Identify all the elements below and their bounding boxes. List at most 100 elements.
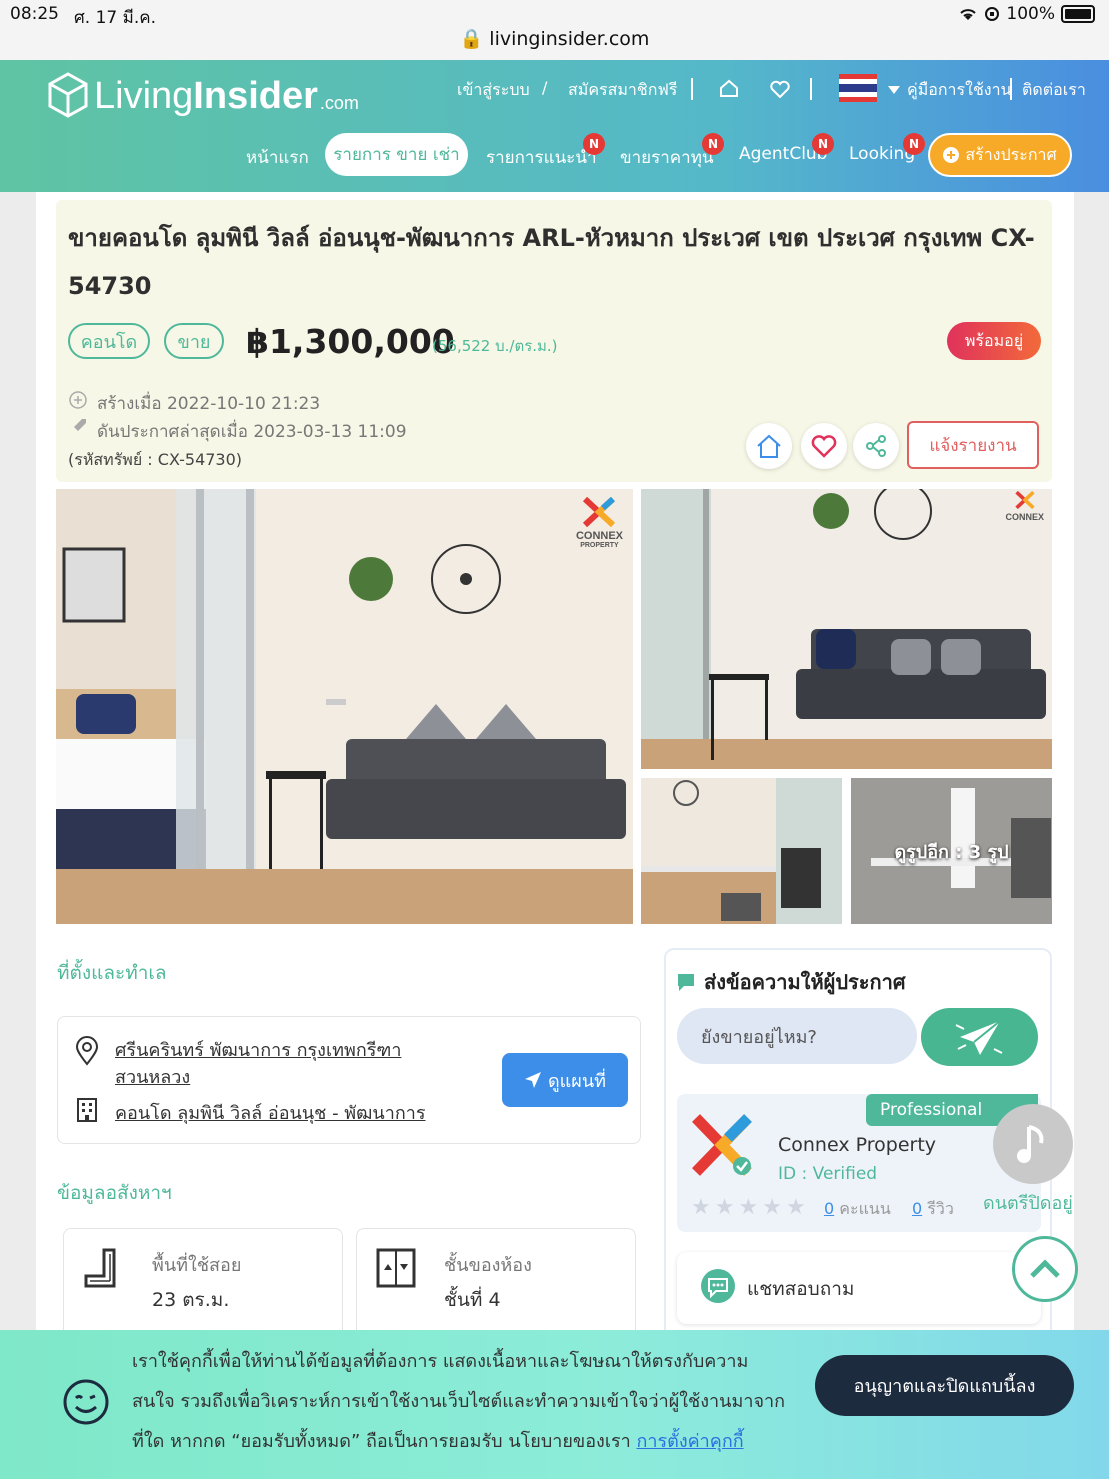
report-button[interactable]: แจ้งรายงาน — [907, 421, 1039, 469]
share-button[interactable] — [853, 423, 899, 469]
music-toggle-button[interactable] — [993, 1104, 1073, 1184]
tag-property-type[interactable]: คอนโด — [68, 323, 150, 359]
created-date: สร้างเมื่อ 2022-10-10 21:23 — [97, 394, 321, 414]
divider — [810, 78, 812, 100]
chat-label: แชทสอบถาม — [747, 1278, 855, 1300]
url-text: livinginsider.com — [489, 28, 650, 50]
reviews-label: รีวิว — [927, 1199, 954, 1218]
register-link[interactable]: สมัครสมาชิกฟรี — [568, 78, 677, 103]
status-badge-label: พร้อมอยู่ — [964, 330, 1024, 350]
new-badge: N — [903, 133, 925, 155]
review-count[interactable]: 0 รีวิว — [912, 1197, 954, 1222]
home-outline-icon[interactable] — [718, 78, 740, 98]
logo-part1: Living — [94, 75, 194, 117]
area-link[interactable]: ศรีนครินทร์ พัฒนาการ กรุงเทพกรีฑา — [115, 1035, 401, 1064]
agent-id: ID : Verified — [778, 1164, 878, 1184]
thai-flag-icon[interactable] — [839, 74, 877, 102]
new-badge: N — [702, 133, 724, 155]
sofa-image — [641, 489, 1052, 769]
status-time: 08:25 — [10, 4, 59, 24]
rating-score[interactable]: 0 คะแนน — [824, 1197, 891, 1222]
wifi-icon — [960, 9, 977, 20]
navigation-arrow-icon — [524, 1072, 541, 1088]
star-icon: ★ — [738, 1195, 759, 1220]
kitchen-image — [641, 778, 842, 924]
contact-heading: ส่งข้อความให้ผู้ประกาศ — [704, 970, 906, 994]
logo-part2: Insider — [193, 75, 318, 117]
battery-indicator: 100% — [958, 4, 1095, 24]
connex-x-logo-icon — [583, 496, 616, 528]
battery-percent: 100% — [1006, 4, 1055, 24]
building-icon — [77, 1098, 97, 1122]
tag-property-type-label: คอนโด — [80, 331, 138, 353]
tag-sale-label: ขาย — [177, 331, 211, 353]
accept-cookies-button[interactable]: อนุญาตและปิดแถบนี้ลง — [815, 1355, 1074, 1416]
photo-3[interactable] — [641, 778, 842, 924]
cookie-text-line2: สนใจ รวมถึงเพื่อวิเคราะห์การเข้าใช้งานเว… — [132, 1391, 785, 1412]
logo-cube-icon — [48, 72, 88, 118]
login-link[interactable]: เข้าสู่ระบบ — [457, 78, 530, 103]
create-listing-button[interactable]: สร้างประกาศ — [928, 133, 1072, 177]
heart-outline-icon[interactable] — [769, 80, 791, 98]
nav-listings-active[interactable]: รายการ ขาย เช่า — [325, 133, 468, 176]
ruler-icon — [84, 1248, 116, 1288]
new-badge: N — [583, 133, 605, 155]
watermark-text: CONNEX — [1005, 512, 1044, 522]
reviews-value: 0 — [912, 1199, 923, 1218]
area-label: พื้นที่ใช้สอย — [152, 1255, 242, 1276]
message-input[interactable]: ยังขายอยู่ไหม? — [677, 1008, 917, 1064]
project-link[interactable]: คอนโด ลุมพินี วิลล์ อ่อนนุช - พัฒนาการ — [115, 1098, 426, 1127]
lock-icon: 🔒 — [459, 28, 484, 50]
home-icon — [757, 434, 781, 458]
site-logo[interactable]: Living Insider .com — [48, 72, 359, 118]
photo-watermark: CONNEX PROPERTY — [576, 496, 623, 549]
star-icon: ★ — [691, 1195, 711, 1220]
nav-home[interactable]: หน้าแรก — [246, 144, 309, 171]
rocket-icon — [71, 419, 86, 434]
photo-watermark: CONNEX — [1005, 490, 1044, 522]
scroll-to-top-button[interactable] — [1012, 1236, 1078, 1302]
favorite-button[interactable] — [801, 423, 847, 469]
tag-sale[interactable]: ขาย — [164, 323, 224, 359]
message-icon — [678, 974, 694, 991]
agent-name[interactable]: Connex Property — [778, 1134, 936, 1156]
top-links-separator: / — [542, 78, 548, 97]
send-message-button[interactable] — [921, 1008, 1038, 1066]
star-icon: ★ — [762, 1195, 782, 1220]
photo-4-more[interactable]: ดูรูปอีก : 3 รูป — [851, 778, 1052, 924]
status-bar: 08:25 ศ. 17 มี.ค. 100% 🔒 livinginsider.c… — [0, 0, 1109, 60]
manual-link[interactable]: คู่มือการใช้งาน — [907, 78, 1012, 103]
share-icon — [866, 435, 886, 457]
map-pin-icon — [75, 1036, 99, 1066]
divider — [691, 78, 693, 100]
plus-circle-icon — [69, 391, 87, 409]
location-heading: ที่ตั้งและทำเล — [57, 962, 167, 984]
nav-recommended[interactable]: รายการแนะนำ — [486, 144, 596, 171]
district-link[interactable]: สวนหลวง — [115, 1062, 190, 1091]
view-map-button[interactable]: ดูแผนที่ — [502, 1053, 628, 1107]
photo-2[interactable]: CONNEX — [641, 489, 1052, 769]
home-button[interactable] — [746, 423, 792, 469]
bumped-date: ดันประกาศล่าสุดเมื่อ 2023-03-13 11:09 — [97, 422, 407, 442]
score-value: 0 — [824, 1199, 835, 1218]
chevron-down-icon[interactable] — [888, 86, 900, 94]
address-bar[interactable]: 🔒 livinginsider.com — [0, 27, 1109, 50]
contact-link[interactable]: ติดต่อเรา — [1022, 78, 1086, 103]
new-badge: N — [812, 133, 834, 155]
nav-investor[interactable]: ขายราคาทุน — [620, 144, 714, 171]
message-placeholder: ยังขายอยู่ไหม? — [701, 1026, 817, 1048]
cookie-settings-link[interactable]: การตั้งค่าคุกกี้ — [636, 1431, 743, 1452]
chat-bubble-icon — [701, 1269, 735, 1303]
create-listing-label: สร้างประกาศ — [965, 144, 1057, 164]
elevator-icon — [376, 1248, 416, 1288]
listing-price: ฿1,300,000 — [246, 322, 455, 361]
status-badge: พร้อมอยู่ — [947, 322, 1041, 360]
main-photo[interactable]: CONNEX PROPERTY — [56, 489, 633, 924]
star-icon: ★ — [785, 1195, 806, 1220]
rotation-lock-icon — [985, 7, 1000, 21]
cookie-banner: เราใช้คุกกี้เพื่อให้ท่านได้ข้อมูลที่ต้อง… — [0, 1330, 1109, 1479]
heart-icon — [811, 435, 837, 458]
more-photos-label: ดูรูปอีก : 3 รูป — [894, 841, 1009, 863]
site-header: Living Insider .com เข้าสู่ระบบ / สมัครสมา… — [0, 60, 1109, 192]
floor-value: ชั้นที่ 4 — [444, 1289, 501, 1311]
